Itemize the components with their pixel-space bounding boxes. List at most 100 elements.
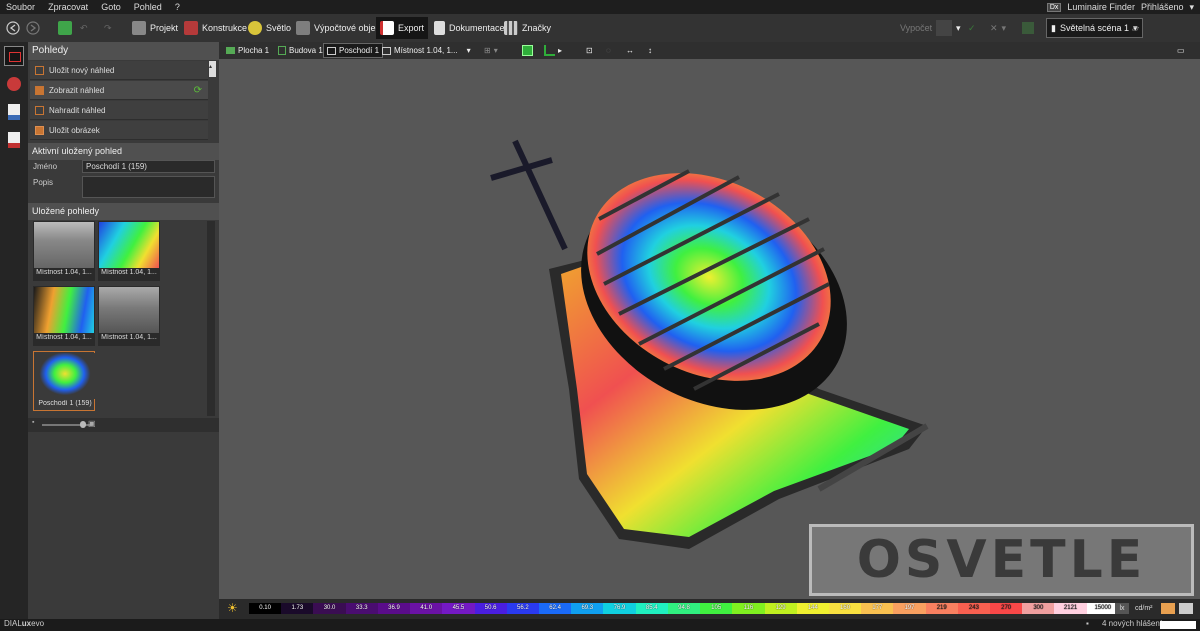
view-tab-budova[interactable]: Budova 1: [275, 43, 326, 58]
solid-view-button[interactable]: [519, 43, 536, 58]
unit-cd[interactable]: cd/m²: [1135, 603, 1153, 614]
replace-view-icon: [35, 105, 44, 115]
saved-view-thumb[interactable]: Místnost 1.04, 1...: [33, 286, 95, 346]
large-thumb-icon[interactable]: ▣: [88, 419, 96, 428]
legend-value: 62.4: [538, 603, 572, 614]
saved-view-preview: [35, 353, 95, 399]
show-view-item[interactable]: Zobrazit náhled ⟳: [30, 81, 208, 100]
ifc-rail-button[interactable]: [4, 130, 24, 150]
tab-export[interactable]: Export: [376, 17, 429, 39]
watermark-logo: OSVETLE: [809, 524, 1194, 596]
save-image-icon: [35, 125, 44, 135]
palette-alt-button[interactable]: [1179, 603, 1193, 614]
wall-view-button[interactable]: ▸: [541, 43, 565, 58]
small-thumb-icon[interactable]: ▪: [32, 419, 34, 426]
forward-button[interactable]: [22, 17, 44, 39]
zoom-window-button[interactable]: ◌: [603, 43, 614, 58]
progress-box: [1160, 621, 1196, 629]
tab-dokumentace[interactable]: Dokumentace: [430, 17, 509, 39]
back-arrow-icon: [6, 21, 20, 35]
replace-view-item[interactable]: Nahradit náhled: [30, 101, 208, 120]
panel-scrollbar-top[interactable]: ▴: [209, 61, 216, 77]
luminaire-finder-button[interactable]: Luminaire Finder: [1067, 2, 1135, 12]
view-tab-mistnost[interactable]: Místnost 1.04, 1... ▾: [379, 43, 474, 58]
views-panel-title: Pohledy: [28, 42, 219, 60]
zoom-fit-button[interactable]: ⊡: [583, 43, 596, 58]
render-icon: [7, 77, 21, 91]
replace-view-label: Nahradit náhled: [49, 105, 106, 115]
menu-soubor[interactable]: Soubor: [6, 0, 35, 14]
notifications-text[interactable]: 4 nových hlášení: [1102, 619, 1162, 628]
measure-button[interactable]: ↔: [623, 43, 637, 58]
menu-zpracovat[interactable]: Zpracovat: [48, 0, 88, 14]
chevron-down-icon[interactable]: ▾: [1189, 2, 1194, 13]
saved-view-thumb[interactable]: Místnost 1.04, 1...: [98, 221, 160, 281]
room-icon: [382, 46, 391, 55]
view-tab-bar: Plocha 1 Budova 1 Poschodí 1 Místnost 1.…: [219, 42, 1200, 60]
save-new-view-item[interactable]: Uložit nový náhled: [30, 61, 208, 80]
views-rail-button[interactable]: [4, 46, 24, 66]
notifications-icon[interactable]: ▪: [1086, 619, 1089, 628]
menu-goto[interactable]: Goto: [101, 0, 121, 14]
description-field[interactable]: [82, 176, 215, 198]
calculate-options-button[interactable]: ▾: [932, 17, 965, 39]
legend-value: 300: [1022, 603, 1055, 614]
refresh-icon[interactable]: ⟳: [194, 85, 202, 96]
legend-value: 105: [700, 603, 733, 614]
menu-help[interactable]: ?: [175, 0, 180, 14]
save-button[interactable]: [54, 17, 76, 39]
save-image-item[interactable]: Uložit obrázek: [30, 121, 208, 140]
sun-icon[interactable]: ☀: [227, 601, 238, 615]
left-rail: [0, 42, 29, 619]
dwg-rail-button[interactable]: [4, 102, 24, 122]
unit-lx[interactable]: lx: [1115, 603, 1129, 614]
tab-svetlo[interactable]: Světlo: [244, 17, 295, 39]
luminaire-finder-icon[interactable]: Dx: [1046, 2, 1062, 12]
calculate-button[interactable]: Vypočet: [896, 17, 936, 39]
view-icon: [9, 52, 21, 62]
fullscreen-button[interactable]: ▭: [1174, 43, 1188, 58]
grid-tool-button[interactable]: ⊞ ▾: [481, 43, 501, 58]
saved-view-thumb[interactable]: Místnost 1.04, 1...: [98, 286, 160, 346]
play-icon: ▸: [558, 46, 563, 55]
legend-value: 69.3: [571, 603, 604, 614]
undo-button[interactable]: ↶: [76, 17, 92, 39]
legend-value: 76.9: [603, 603, 636, 614]
palette-button[interactable]: [1161, 603, 1175, 614]
false-color-legend: ☀ 0.10 1.73 30.0 33.3 36.9 41.0 45.5 50.6 56.2 62…: [219, 599, 1200, 619]
crossbar-shape: [490, 157, 553, 181]
legend-value: 30.0: [313, 603, 346, 614]
view-tab-plocha-label: Plocha 1: [238, 46, 270, 55]
cancel-calc-button[interactable]: ✕ ▾: [986, 17, 1010, 39]
slider-handle[interactable]: [80, 421, 86, 428]
saved-views-scrollbar[interactable]: [207, 221, 215, 416]
back-button[interactable]: [2, 17, 24, 39]
plane-icon: ▱: [1132, 22, 1139, 33]
tab-dokumentace-label: Dokumentace: [449, 23, 505, 33]
undo-icon: ↶: [80, 22, 88, 33]
floor-icon: [327, 46, 336, 55]
rendering-rail-button[interactable]: [4, 74, 24, 94]
show-view-icon: [35, 85, 44, 95]
views-panel: Pohledy ▴ Uložit nový náhled Zobrazit ná…: [28, 42, 219, 619]
tab-projekt[interactable]: Projekt: [128, 17, 182, 39]
height-button[interactable]: ↕: [645, 43, 655, 58]
saved-view-thumb[interactable]: Místnost 1.04, 1...: [33, 221, 95, 281]
redo-button[interactable]: ↷: [100, 17, 116, 39]
dwg-file-icon: [8, 104, 20, 120]
building-icon: [278, 46, 286, 55]
check-button[interactable]: ✓: [964, 17, 980, 39]
settings-button[interactable]: [1018, 17, 1038, 39]
saved-view-thumb-selected[interactable]: Poschodí 1 (159): [33, 351, 95, 411]
view-tab-plocha[interactable]: Plocha 1: [223, 43, 272, 58]
plane-view-button[interactable]: ▱: [1128, 17, 1143, 39]
name-field[interactable]: Poschodí 1 (159): [82, 160, 215, 173]
tab-znacky[interactable]: Značky: [500, 17, 555, 39]
legend-value: 177: [861, 603, 894, 614]
view-tab-poschodi[interactable]: Poschodí 1: [323, 43, 384, 58]
login-menu[interactable]: Přihlášeno: [1141, 2, 1184, 12]
menu-pohled[interactable]: Pohled: [134, 0, 162, 14]
height-icon: ↕: [648, 46, 652, 55]
tab-konstrukce[interactable]: Konstrukce: [180, 17, 251, 39]
3d-viewport[interactable]: OSVETLE: [219, 59, 1200, 599]
